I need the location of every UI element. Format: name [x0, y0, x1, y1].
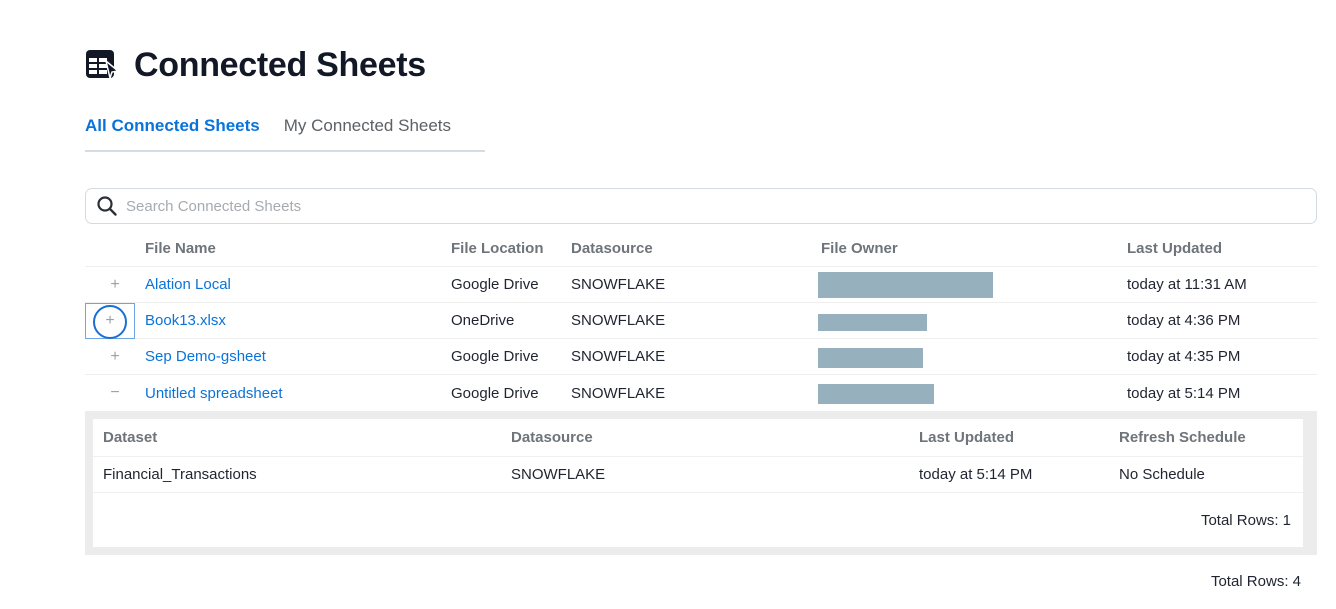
datasource: SNOWFLAKE — [571, 276, 666, 293]
last-updated: today at 5:14 PM — [1127, 384, 1241, 402]
table-row: + Book13.xlsx OneDrive SNOWFLAKE today a… — [85, 302, 1317, 339]
focus-ring — [93, 304, 127, 339]
col-dataset: Dataset — [103, 429, 158, 446]
table-row: + Sep Demo-gsheet Google Drive SNOWFLAKE… — [85, 339, 1317, 375]
col-refresh-schedule: Refresh Schedule — [1119, 429, 1246, 446]
file-name-link[interactable]: Sep Demo-gsheet — [145, 348, 451, 365]
col-datasource: Datasource — [511, 429, 593, 446]
file-owner-redacted — [818, 347, 923, 368]
datasets-table-header: Dataset Datasource Last Updated Refresh … — [93, 419, 1303, 457]
tab-bar: All Connected Sheets My Connected Sheets — [85, 114, 485, 152]
col-file-name[interactable]: File Name — [145, 240, 451, 257]
datasource: SNOWFLAKE — [571, 384, 666, 402]
page-header: Connected Sheets — [85, 46, 426, 85]
file-location: Google Drive — [451, 384, 539, 402]
tab-my-connected-sheets[interactable]: My Connected Sheets — [284, 114, 451, 150]
tab-all-connected-sheets[interactable]: All Connected Sheets — [85, 114, 260, 150]
file-location: OneDrive — [451, 312, 515, 329]
connected-sheets-table: File Name File Location Datasource File … — [85, 230, 1317, 411]
table-row: − Untitled spreadsheet Google Drive SNOW… — [85, 375, 1317, 411]
dataset-refresh-schedule: No Schedule — [1119, 466, 1205, 483]
datasource: SNOWFLAKE — [571, 312, 666, 329]
file-owner-redacted — [818, 271, 993, 298]
page-title: Connected Sheets — [134, 46, 426, 84]
file-name-link[interactable]: Book13.xlsx — [145, 312, 451, 329]
last-updated: today at 4:35 PM — [1127, 348, 1241, 365]
search-box — [85, 188, 1317, 224]
file-owner-redacted — [818, 314, 927, 331]
dataset-last-updated: today at 5:14 PM — [919, 466, 1033, 483]
dataset-row: Financial_Transactions SNOWFLAKE today a… — [93, 457, 1303, 493]
expand-button[interactable]: + — [102, 344, 128, 370]
file-location: Google Drive — [451, 276, 539, 293]
col-datasource[interactable]: Datasource — [571, 240, 821, 257]
connected-sheets-icon — [85, 49, 120, 83]
expand-button[interactable]: + — [102, 272, 128, 298]
datasets-table: Dataset Datasource Last Updated Refresh … — [93, 419, 1303, 547]
last-updated: today at 11:31 AM — [1127, 276, 1247, 293]
col-last-updated: Last Updated — [919, 429, 1015, 446]
table-row: + Alation Local Google Drive SNOWFLAKE t… — [85, 267, 1317, 303]
file-owner-redacted — [818, 384, 934, 404]
file-location: Google Drive — [451, 348, 539, 365]
col-file-owner[interactable]: File Owner — [821, 240, 1127, 257]
file-name-link[interactable]: Untitled spreadsheet — [145, 385, 451, 402]
expanded-details-panel: Dataset Datasource Last Updated Refresh … — [85, 411, 1317, 555]
expand-button[interactable]: + — [85, 302, 135, 339]
datasource: SNOWFLAKE — [571, 348, 666, 365]
col-file-location[interactable]: File Location — [451, 240, 571, 257]
search-icon — [97, 196, 117, 216]
dataset-name: Financial_Transactions — [103, 466, 257, 483]
table-header: File Name File Location Datasource File … — [85, 230, 1317, 267]
dataset-datasource: SNOWFLAKE — [511, 466, 606, 483]
collapse-button[interactable]: − — [102, 380, 128, 406]
search-input[interactable] — [126, 197, 1276, 215]
last-updated: today at 4:36 PM — [1127, 312, 1241, 329]
file-name-link[interactable]: Alation Local — [145, 276, 451, 293]
nested-total-rows: Total Rows: 1 — [1200, 512, 1291, 529]
total-rows: Total Rows: 4 — [1210, 573, 1301, 590]
col-last-updated[interactable]: Last Updated — [1127, 240, 1317, 257]
